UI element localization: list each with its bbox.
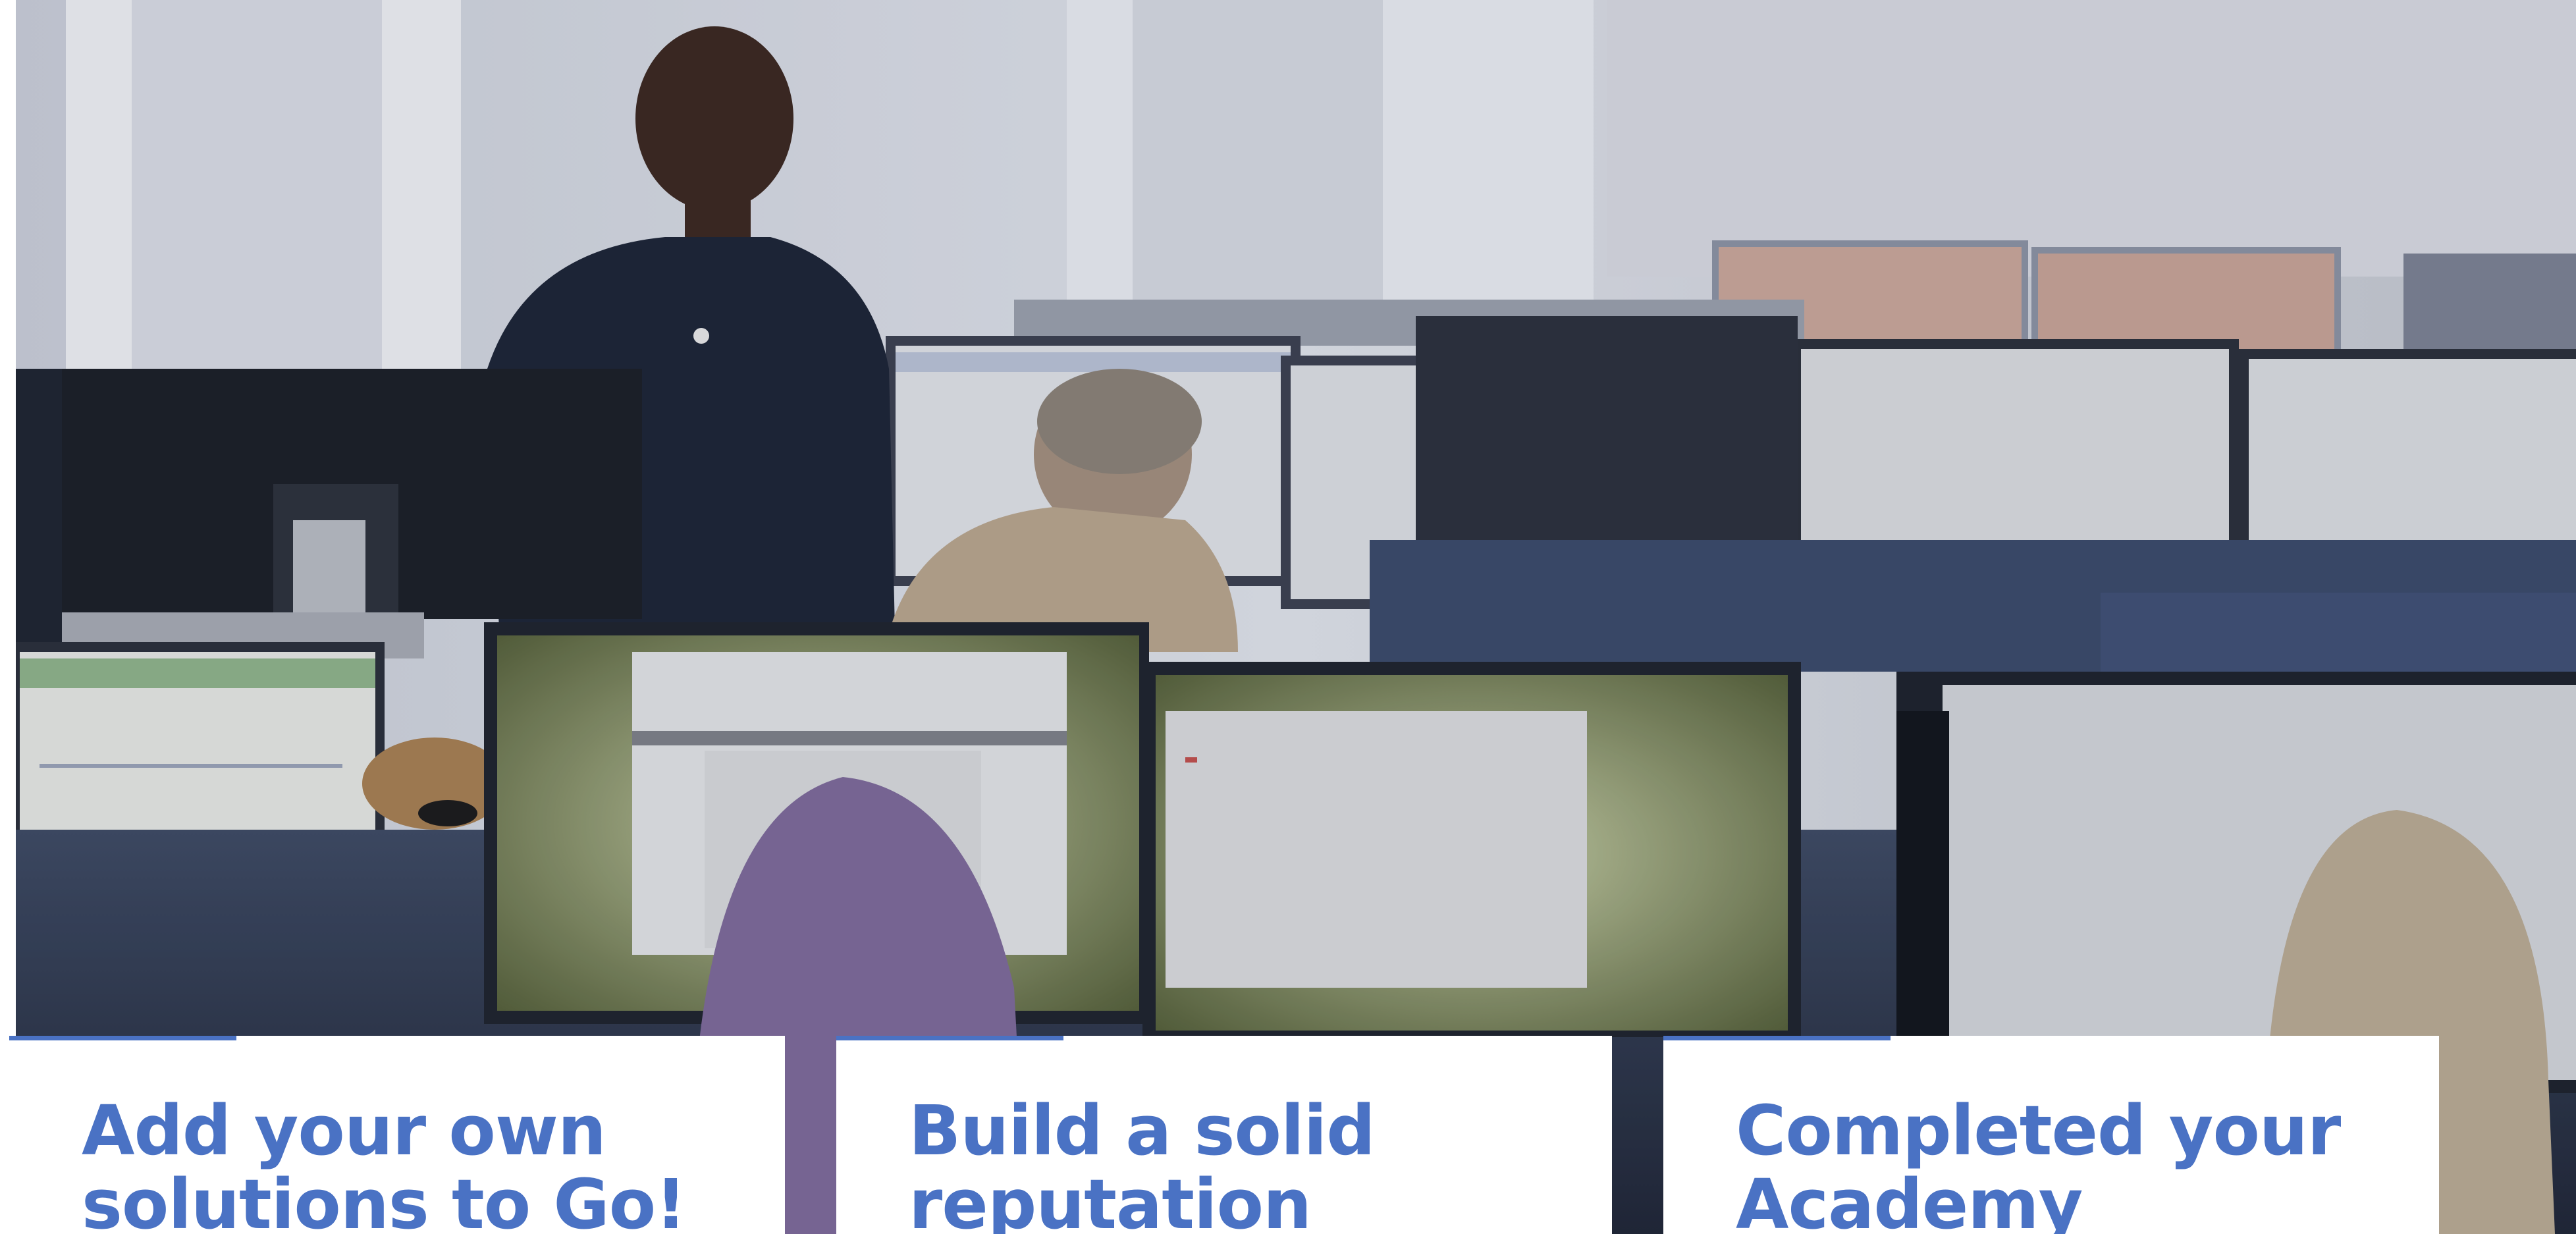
card-build-reputation[interactable]: Build a solid reputation [836,1036,1612,1234]
card-accent-bar [1663,1036,1891,1040]
card-accent-bar [836,1036,1063,1040]
card-title[interactable]: Build a solid reputation [909,1094,1580,1234]
card-title[interactable]: Completed your Academy [1736,1094,2407,1234]
card-completed-academy[interactable]: Completed your Academy [1663,1036,2439,1234]
card-accent-bar [9,1036,236,1040]
card-title[interactable]: Add your own solutions to Go! [82,1094,753,1234]
card-add-solutions[interactable]: Add your own solutions to Go! [9,1036,785,1234]
